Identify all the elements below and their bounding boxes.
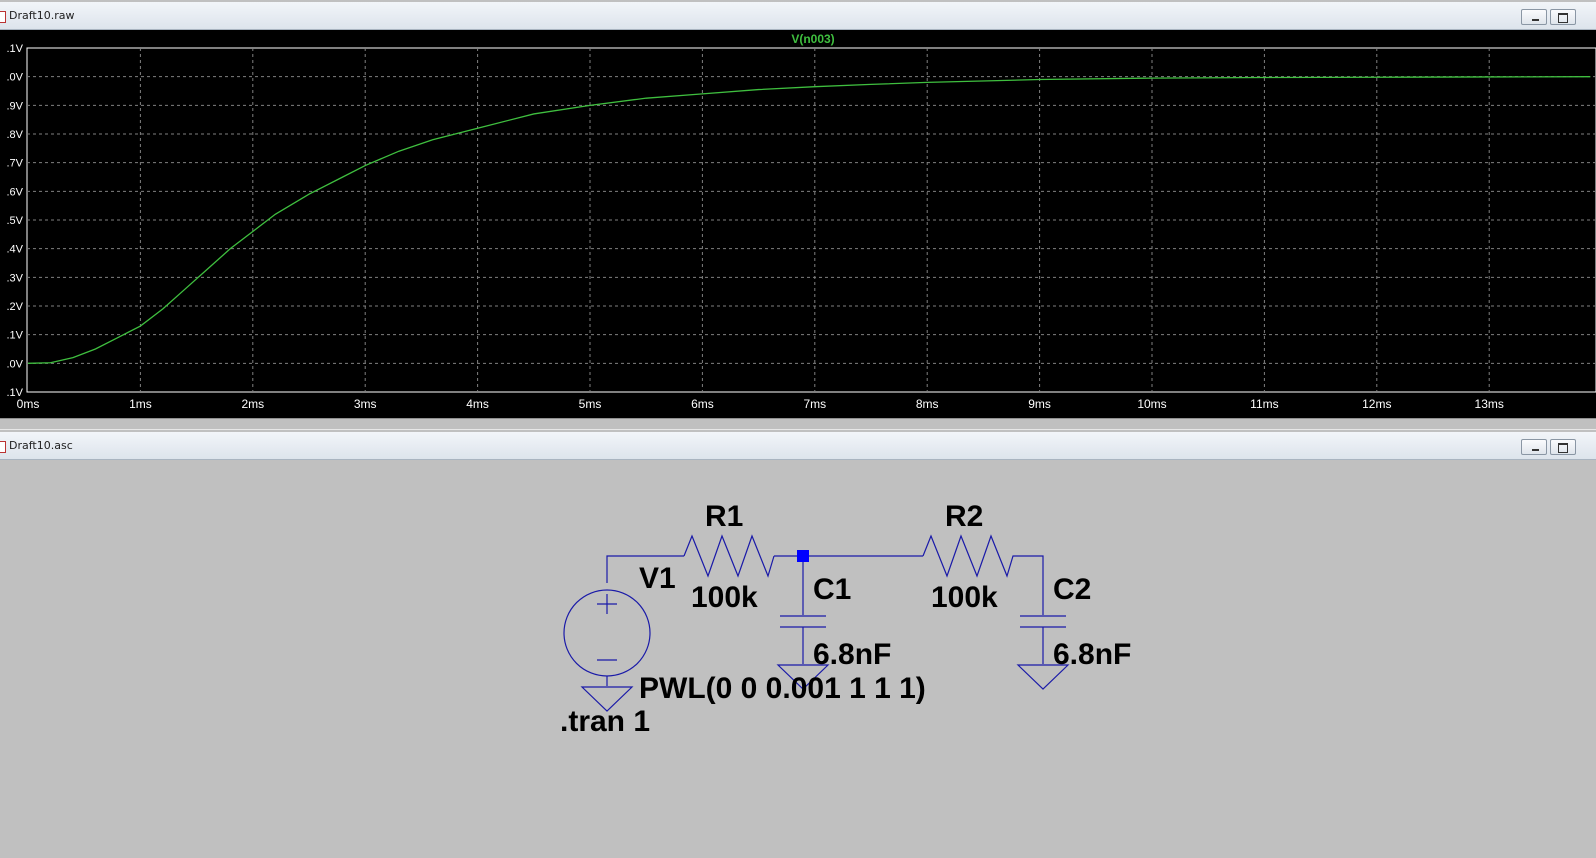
y-tick-labels: .1V.0V.9V.8V.7V.6V.5V.4V.3V.2V.1V.0V.1V [6, 43, 23, 399]
y-tick-label: .0V [6, 72, 23, 84]
r1-value[interactable]: 100k [691, 581, 758, 614]
r2-value[interactable]: 100k [931, 581, 998, 614]
plus-icon [597, 594, 617, 614]
waveform-plot[interactable]: .1V.0V.9V.8V.7V.6V.5V.4V.3V.2V.1V.0V.1V … [0, 30, 1596, 418]
restore-button[interactable] [1550, 9, 1576, 25]
minimize-icon [1532, 449, 1539, 451]
y-tick-label: .1V [6, 43, 23, 55]
x-tick-label: 5ms [579, 397, 602, 411]
r1-name[interactable]: R1 [705, 500, 743, 533]
y-tick-label: .6V [6, 186, 23, 198]
x-tick-label: 4ms [466, 397, 489, 411]
r2-name[interactable]: R2 [945, 500, 983, 533]
y-tick-label: .9V [6, 100, 23, 112]
x-tick-label: 1ms [129, 397, 152, 411]
x-tick-label: 7ms [803, 397, 826, 411]
x-tick-label: 11ms [1250, 397, 1278, 411]
x-tick-label: 13ms [1475, 397, 1504, 411]
y-tick-label: .7V [6, 158, 23, 170]
plot-window-titlebar[interactable]: Draft10.raw [0, 2, 1596, 30]
x-tick-label: 3ms [354, 397, 377, 411]
y-tick-label: .5V [6, 215, 23, 227]
schematic-pane[interactable]: R1 100k R2 100k C1 6.8nF C2 6.8nF V1 PWL… [0, 461, 1596, 853]
r1-resistor[interactable] [683, 534, 775, 578]
c1-value[interactable]: 6.8nF [813, 638, 891, 671]
minimize-button[interactable] [1521, 9, 1547, 25]
c1-name[interactable]: C1 [813, 573, 851, 606]
document-icon [0, 11, 6, 23]
schematic-window-titlebar[interactable]: Draft10.asc [0, 432, 1596, 460]
x-tick-label: 0ms [17, 397, 40, 411]
schematic-window-title: Draft10.asc [9, 439, 73, 452]
trace-label[interactable]: V(n003) [791, 32, 834, 46]
plot-grid [27, 48, 1596, 392]
restore-button[interactable] [1550, 439, 1576, 455]
node-junction[interactable] [797, 550, 809, 562]
c2-name[interactable]: C2 [1053, 573, 1091, 606]
y-tick-label: .1V [6, 330, 23, 342]
v1-name[interactable]: V1 [639, 562, 676, 595]
restore-icon [1558, 13, 1568, 23]
x-tick-label: 6ms [691, 397, 714, 411]
pane-splitter[interactable] [0, 418, 1596, 430]
x-tick-label: 2ms [241, 397, 264, 411]
y-tick-label: .2V [6, 301, 23, 313]
x-tick-labels: 0ms 1ms 2ms 3ms 4ms 5ms 6ms 7ms 8ms 9ms 10ms 11ms 12… [17, 397, 1504, 411]
document-icon [0, 441, 6, 453]
y-tick-label: .8V [6, 129, 23, 141]
spice-directive[interactable]: .tran 1 [560, 705, 650, 738]
y-tick-label: .0V [6, 358, 23, 370]
minimize-button[interactable] [1521, 439, 1547, 455]
y-tick-label: .3V [6, 272, 23, 284]
restore-icon [1558, 443, 1568, 453]
x-tick-label: 8ms [916, 397, 939, 411]
schematic-canvas[interactable]: R1 100k R2 100k C1 6.8nF C2 6.8nF V1 PWL… [0, 461, 1596, 853]
x-tick-label: 9ms [1028, 397, 1051, 411]
plot-window-title: Draft10.raw [9, 9, 75, 22]
waveform-plot-pane[interactable]: .1V .0V .9V .8V .7V .6V .5V .4V .3V .2V .1V .0V .1V … [0, 30, 1596, 418]
minimize-icon [1532, 19, 1539, 21]
x-tick-label: 12ms [1362, 397, 1391, 411]
x-tick-label: 10ms [1137, 397, 1166, 411]
y-tick-label: .4V [6, 244, 23, 256]
v1-value[interactable]: PWL(0 0 0.001 1 1 1) [639, 672, 926, 705]
c2-value[interactable]: 6.8nF [1053, 638, 1131, 671]
